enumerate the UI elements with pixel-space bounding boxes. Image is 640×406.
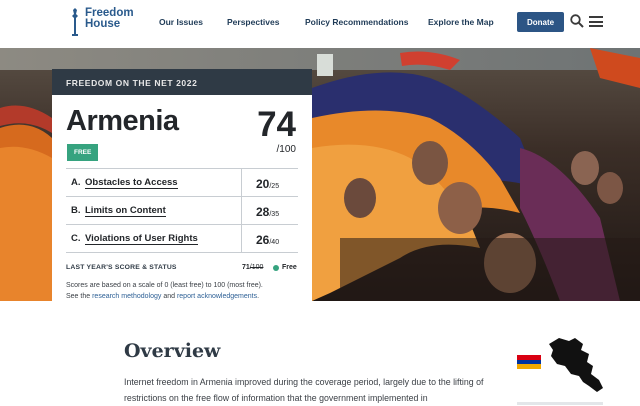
category-score: 20/25 (256, 177, 280, 191)
freedom-house-logo[interactable]: Freedom House (70, 7, 134, 36)
last-year-status: Free (282, 264, 297, 271)
hamburger-menu-icon[interactable] (589, 16, 603, 27)
status-dot-icon (273, 265, 279, 271)
country-name: Armenia (66, 105, 179, 137)
logo-text-line2: House (85, 18, 121, 30)
armenia-flag-icon (517, 355, 541, 369)
overview-text: Internet freedom in Armenia improved dur… (124, 377, 484, 403)
category-row: A. Obstacles to Access 20/25 (66, 169, 298, 197)
nav-explore-the-map[interactable]: Explore the Map (428, 17, 494, 27)
category-letter: C. (71, 233, 81, 244)
total-score: 74 (257, 105, 296, 144)
nav-policy-recommendations[interactable]: Policy Recommendations (305, 17, 408, 27)
category-score: 26/40 (256, 233, 280, 247)
last-year-score: 71/100 (242, 264, 264, 271)
status-badge: FREE (67, 144, 99, 161)
research-methodology-link[interactable]: research methodology (92, 293, 161, 300)
report-title: FREEDOM ON THE NET 2022 (52, 69, 312, 95)
donate-button[interactable]: Donate (517, 12, 564, 32)
score-card: FREEDOM ON THE NET 2022 Armenia FREE 74 … (52, 69, 312, 301)
category-letter: A. (71, 177, 81, 188)
total-score-max: /100 (276, 144, 296, 155)
category-row: C. Violations of User Rights 26/40 (66, 225, 298, 253)
overview-heading: Overview (124, 340, 221, 362)
category-score: 28/35 (256, 205, 280, 219)
category-link-violations-of-user-rights[interactable]: Violations of User Rights (85, 233, 198, 245)
report-acknowledgements-link[interactable]: report acknowledgements (177, 293, 257, 300)
score-note: Scores are based on a scale of 0 (least … (66, 282, 263, 300)
armenia-map-icon (549, 338, 603, 392)
nav-our-issues[interactable]: Our Issues (159, 17, 203, 27)
search-icon[interactable] (570, 14, 584, 28)
category-letter: B. (71, 205, 81, 216)
last-year-label: LAST YEAR'S SCORE & STATUS (66, 264, 177, 271)
site-header: Freedom House Our Issues Perspectives Po… (0, 0, 640, 48)
category-row: B. Limits on Content 28/35 (66, 197, 298, 225)
nav-perspectives[interactable]: Perspectives (227, 17, 279, 27)
torch-icon (72, 8, 78, 36)
category-link-obstacles-to-access[interactable]: Obstacles to Access (85, 177, 178, 189)
category-table: A. Obstacles to Access 20/25 B. Limits o… (66, 168, 298, 253)
category-link-limits-on-content[interactable]: Limits on Content (85, 205, 166, 217)
